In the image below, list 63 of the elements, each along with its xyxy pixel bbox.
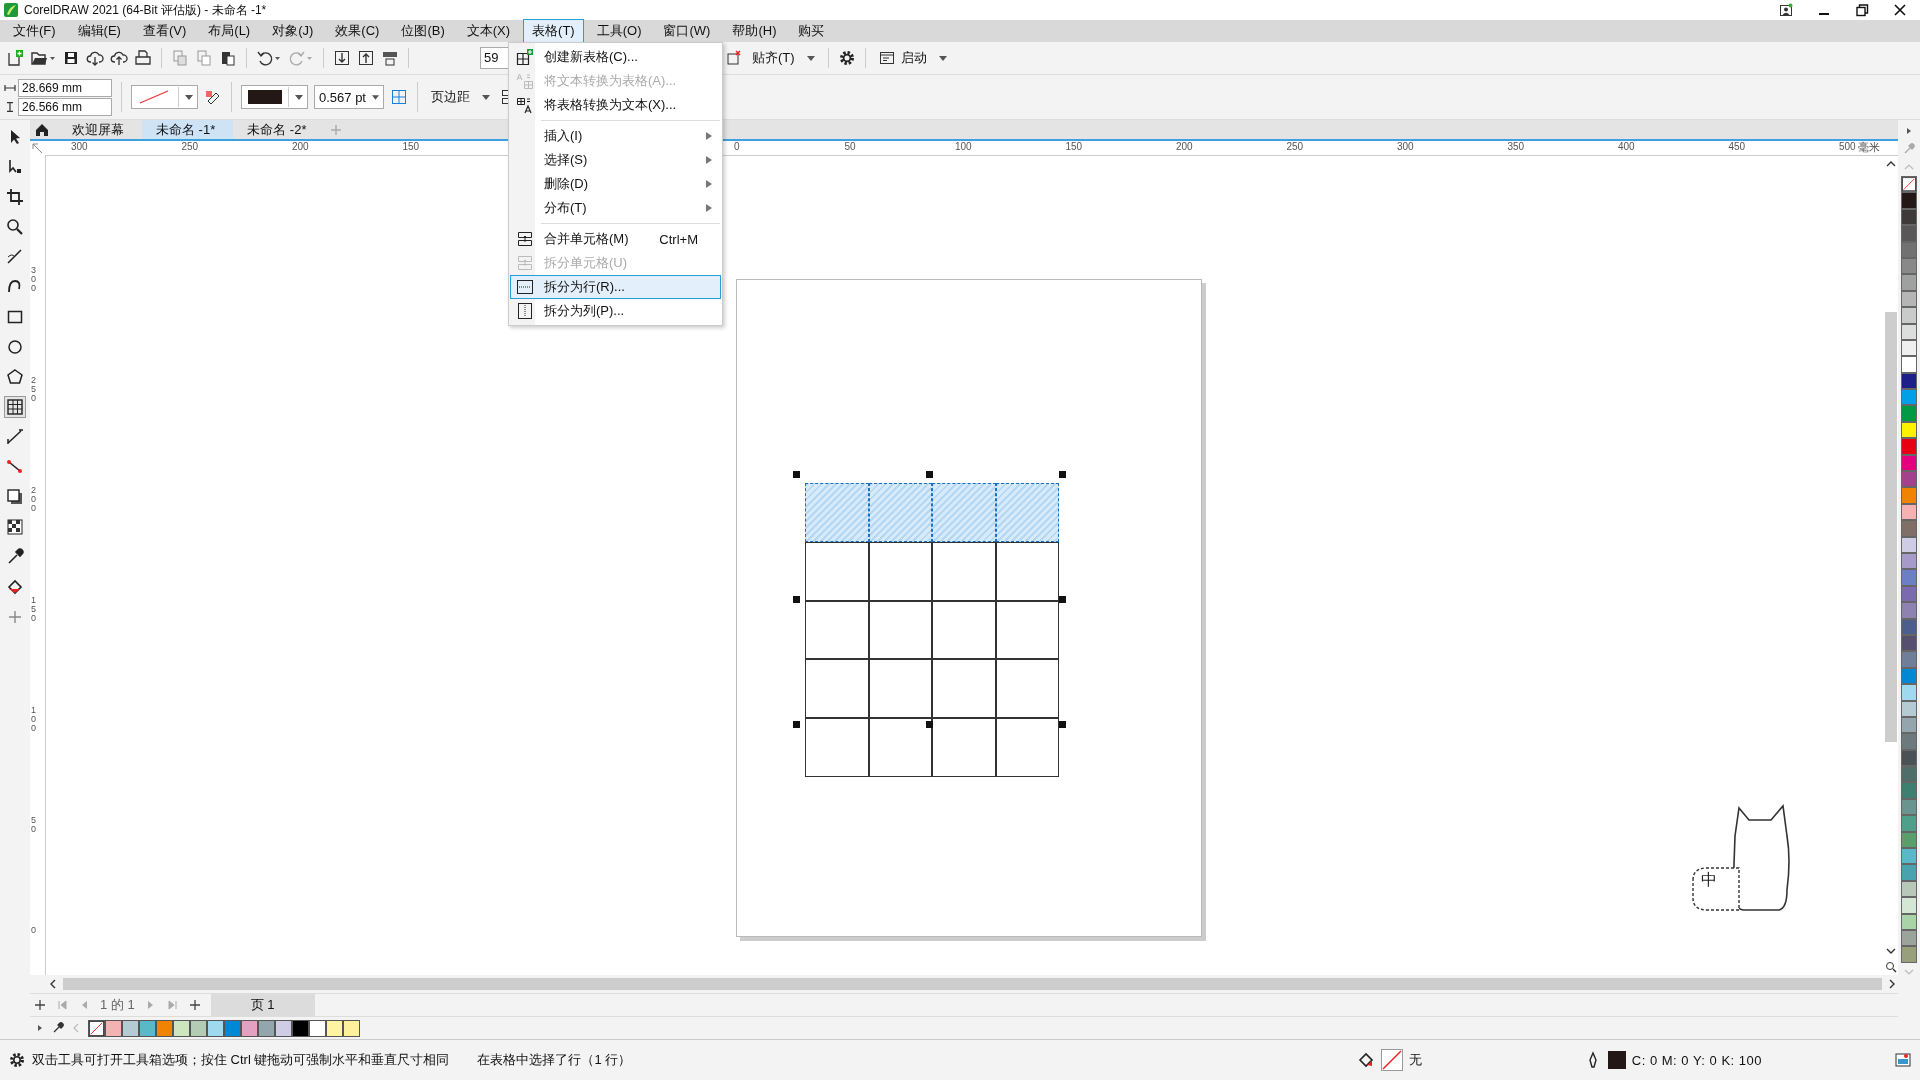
menu-item[interactable]: 对象(J) — [263, 19, 323, 43]
menu-item[interactable]: 编辑(E) — [68, 19, 130, 43]
selection-status: 在表格中选择了行（1 行） — [477, 1051, 632, 1069]
menu-item[interactable]: 将表格转换为文本(X)... — [510, 93, 721, 117]
ruler-label: 300 — [71, 141, 88, 152]
outline-status: C: 0 M: 0 Y: 0 K: 100 — [1631, 1052, 1762, 1068]
page-position: 1 的 1 — [100, 996, 135, 1014]
ime-status-widget[interactable]: 中 — [1691, 800, 1821, 915]
ruler-label: 50 — [31, 816, 37, 834]
fill-status: 无 — [1408, 1051, 1422, 1069]
ruler-unit-label: 毫米 — [1858, 141, 1880, 154]
menu-item[interactable]: 创建新表格(C)... — [510, 45, 721, 69]
menu-item[interactable]: 拆分为行(R)... — [510, 275, 721, 299]
margins-dropdown[interactable]: 页边距 — [427, 86, 494, 108]
outline-width-dropdown[interactable]: 0.567 pt — [314, 85, 384, 109]
document-tab[interactable]: 未命名 -2* — [233, 120, 325, 139]
menu-item[interactable]: 帮助(H) — [723, 19, 786, 43]
window-title: CorelDRAW 2021 (64-Bit 评估版) - 未命名 -1* — [24, 1, 267, 19]
ruler-label: 50 — [844, 141, 856, 152]
launch-dropdown[interactable]: 启动 — [874, 47, 951, 69]
ruler-label: 150 — [31, 596, 37, 623]
ruler-label: 100 — [31, 706, 37, 733]
document-tab[interactable]: 未命名 -1* — [142, 120, 234, 139]
ruler-label: 450 — [1728, 141, 1746, 152]
ruler-label: 300 — [31, 266, 37, 293]
menu-item[interactable]: 分布(T) — [510, 196, 721, 220]
page-tab[interactable]: 页 1 — [210, 994, 315, 1016]
ime-mode-label: 中 — [1701, 870, 1717, 890]
status-hint: 双击工具可打开工具箱选项；按住 Ctrl 键拖动可强制水平和垂直尺寸相同 — [32, 1051, 450, 1069]
menu-item[interactable]: 位图(B) — [392, 19, 454, 43]
snap-dropdown[interactable]: 贴齐(T) — [748, 47, 819, 69]
ruler-label: 200 — [292, 141, 309, 152]
menu-item[interactable]: 拆分为列(P)... — [510, 299, 721, 323]
ruler-label: 150 — [402, 141, 420, 152]
ruler-label: 400 — [1618, 141, 1635, 152]
ruler-label: 250 — [181, 141, 199, 152]
menu-item[interactable]: 表格(T) — [523, 19, 584, 43]
ruler-label: 200 — [31, 486, 37, 513]
menu-item[interactable]: 文件(F) — [4, 19, 65, 43]
menu-item[interactable]: 效果(C) — [326, 19, 389, 43]
height-field[interactable]: 26.566 mm — [18, 97, 112, 116]
ruler-label: 150 — [1065, 141, 1083, 152]
ruler-label: 250 — [1286, 141, 1304, 152]
menu-item[interactable]: 选择(S) — [510, 148, 721, 172]
ruler-label: 500 — [1839, 141, 1856, 152]
document-tab[interactable]: 欢迎屏幕 — [58, 120, 142, 139]
menu-item[interactable]: 文本(X) — [457, 19, 520, 43]
menu-item[interactable]: 窗口(W) — [654, 19, 720, 43]
menu-item[interactable]: 工具(O) — [587, 19, 651, 43]
menu-item[interactable]: 删除(D) — [510, 172, 721, 196]
ruler-label: 100 — [955, 141, 972, 152]
width-field[interactable]: 28.669 mm — [18, 78, 112, 97]
menu-item[interactable]: 布局(L) — [199, 19, 260, 43]
menu-item[interactable]: 插入(I) — [510, 124, 721, 148]
ruler-label: 250 — [31, 376, 37, 403]
menu-item[interactable]: 购买 — [789, 19, 834, 43]
ruler-label: 200 — [1176, 141, 1193, 152]
menu-item[interactable]: 查看(V) — [133, 19, 196, 43]
ruler-label: 0 — [734, 141, 740, 152]
ruler-label: 300 — [1397, 141, 1414, 152]
menu-item[interactable]: 合并单元格(M) Ctrl+M — [510, 227, 721, 251]
ruler-label: 350 — [1507, 141, 1525, 152]
ruler-label: 0 — [31, 926, 37, 935]
